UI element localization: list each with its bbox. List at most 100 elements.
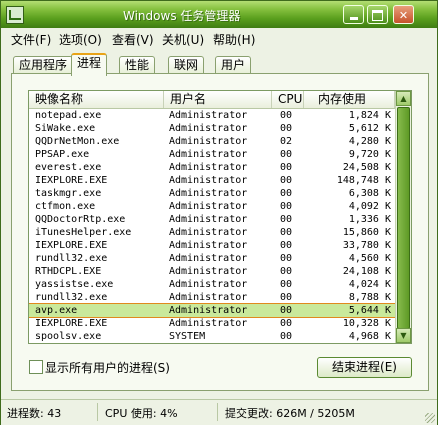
- table-row[interactable]: QQDoctorRtp.exe Administrator 00 1,336 K: [29, 213, 395, 226]
- process-user-cell: Administrator: [169, 279, 248, 290]
- process-memory-cell: 1,824 K: [348, 110, 391, 121]
- process-name-cell: ctfmon.exe: [35, 201, 96, 212]
- table-row[interactable]: RTHDCPL.EXE Administrator 00 24,108 K: [29, 265, 395, 278]
- process-cpu-cell: 00: [280, 201, 293, 212]
- maximize-icon: [372, 10, 383, 21]
- process-name-cell: QQDoctorRtp.exe: [35, 214, 126, 225]
- tab-processes[interactable]: 进程: [71, 53, 108, 76]
- vertical-scrollbar[interactable]: ▲ ▼: [395, 91, 411, 343]
- show-all-users-checkbox[interactable]: [29, 360, 43, 374]
- process-cpu-cell: 00: [280, 214, 293, 225]
- scroll-up-button[interactable]: ▲: [396, 91, 411, 106]
- table-row[interactable]: iTunesHelper.exe Administrator 00 15,860 K: [29, 226, 395, 239]
- status-cpu-usage: CPU 使用: 4%: [105, 407, 178, 420]
- process-name-cell: IEXPLORE.EXE: [35, 175, 108, 186]
- table-row[interactable]: SiWake.exe Administrator 00 5,612 K: [29, 122, 395, 135]
- process-memory-cell: 4,560 K: [348, 253, 391, 264]
- table-row[interactable]: IEXPLORE.EXE Administrator 00 10,328 K: [29, 317, 395, 330]
- menu-options[interactable]: 选项(O): [59, 31, 102, 48]
- tab-applications[interactable]: 应用程序: [13, 56, 74, 74]
- menu-help[interactable]: 帮助(H): [213, 31, 255, 48]
- process-name-cell: spoolsv.exe: [35, 331, 102, 342]
- show-all-users-label[interactable]: 显示所有用户的进程(S): [45, 359, 170, 376]
- table-row[interactable]: taskmgr.exe Administrator 00 6,308 K: [29, 187, 395, 200]
- table-row[interactable]: QQDrNetMon.exe Administrator 02 4,280 K: [29, 135, 395, 148]
- menu-bar: 文件(F) 选项(O) 查看(V) 关机(U) 帮助(H): [1, 28, 437, 48]
- column-memory[interactable]: 内存使用: [304, 91, 395, 108]
- table-row[interactable]: avp.exe Administrator 00 5,644 K: [29, 303, 396, 318]
- process-cpu-cell: 00: [280, 123, 293, 134]
- process-memory-cell: 24,508 K: [342, 162, 391, 173]
- table-row[interactable]: everest.exe Administrator 00 24,508 K: [29, 161, 395, 174]
- menu-view[interactable]: 查看(V): [112, 31, 154, 48]
- process-user-cell: Administrator: [169, 253, 248, 264]
- column-cpu[interactable]: CPU: [272, 91, 304, 108]
- process-user-cell: Administrator: [169, 227, 248, 238]
- process-name-cell: avp.exe: [35, 305, 78, 316]
- process-user-cell: Administrator: [169, 305, 248, 316]
- column-image-name[interactable]: 映像名称: [29, 91, 164, 108]
- process-user-cell: SYSTEM: [169, 343, 205, 344]
- scrollbar-thumb[interactable]: [397, 107, 410, 329]
- table-row[interactable]: rundll32.exe Administrator 00 8,788 K: [29, 291, 395, 304]
- process-memory-cell: 4,024 K: [348, 279, 391, 290]
- end-process-button[interactable]: 结束进程(E): [317, 357, 412, 378]
- process-user-cell: Administrator: [169, 201, 248, 212]
- process-cpu-cell: 00: [280, 253, 293, 264]
- table-row[interactable]: spoolsv.exe SYSTEM 00 4,968 K: [29, 330, 395, 343]
- table-row[interactable]: PPSAP.exe Administrator 00 9,720 K: [29, 148, 395, 161]
- status-process-count: 进程数: 43: [7, 407, 62, 420]
- process-name-cell: everest.exe: [35, 162, 102, 173]
- process-user-cell: Administrator: [169, 110, 248, 121]
- process-name-cell: IEXPLORE.EXE: [35, 318, 108, 329]
- process-memory-cell: 5,612 K: [348, 123, 391, 134]
- menu-file[interactable]: 文件(F): [11, 31, 51, 48]
- table-row[interactable]: IEXPLORE.EXE Administrator 00 33,780 K: [29, 239, 395, 252]
- table-row[interactable]: notepad.exe Administrator 00 1,824 K: [29, 109, 395, 122]
- process-cpu-cell: 00: [280, 110, 293, 121]
- process-cpu-cell: 00: [280, 318, 293, 329]
- process-name-cell: rundll32.exe: [35, 292, 108, 303]
- resize-grip-icon[interactable]: [425, 413, 435, 423]
- arrow-down-icon: ▼: [400, 331, 407, 340]
- scroll-down-button[interactable]: ▼: [396, 328, 411, 343]
- process-name-cell: yassistse.exe: [35, 279, 114, 290]
- table-row[interactable]: yassistse.exe Administrator 00 4,024 K: [29, 278, 395, 291]
- table-row[interactable]: IEXPLORE.EXE Administrator 00 148,748 K: [29, 174, 395, 187]
- arrow-up-icon: ▲: [400, 94, 407, 103]
- process-memory-cell: 33,780 K: [342, 240, 391, 251]
- status-commit-charge: 提交更改: 626M / 5205M: [225, 407, 355, 420]
- process-name-cell: RTHDCPL.EXE: [35, 266, 102, 277]
- process-name-cell: QQDrNetMon.exe: [35, 136, 120, 147]
- process-name-cell: notepad.exe: [35, 110, 102, 121]
- tab-networking[interactable]: 联网: [168, 56, 205, 74]
- process-name-cell: SiWake.exe: [35, 123, 96, 134]
- tab-performance[interactable]: 性能: [119, 56, 156, 74]
- minimize-icon: [349, 17, 358, 20]
- title-bar[interactable]: Windows 任务管理器 ✕: [1, 1, 437, 28]
- process-user-cell: Administrator: [169, 123, 248, 134]
- table-row[interactable]: SYSTEM: [29, 343, 395, 344]
- process-cpu-cell: 00: [280, 240, 293, 251]
- close-icon: ✕: [398, 9, 409, 22]
- process-memory-cell: 5,644 K: [348, 305, 391, 316]
- process-user-cell: Administrator: [169, 214, 248, 225]
- tab-users[interactable]: 用户: [215, 56, 252, 74]
- process-memory-cell: 24,108 K: [342, 266, 391, 277]
- status-separator: [97, 403, 98, 421]
- table-row[interactable]: rundll32.exe Administrator 00 4,560 K: [29, 252, 395, 265]
- close-button[interactable]: ✕: [393, 5, 414, 24]
- process-memory-cell: 15,860 K: [342, 227, 391, 238]
- process-cpu-cell: 02: [280, 136, 293, 147]
- column-user-name[interactable]: 用户名: [164, 91, 272, 108]
- table-row[interactable]: ctfmon.exe Administrator 00 4,092 K: [29, 200, 395, 213]
- process-name-cell: taskmgr.exe: [35, 188, 102, 199]
- maximize-button[interactable]: [367, 5, 388, 24]
- process-user-cell: Administrator: [169, 318, 248, 329]
- process-list[interactable]: 映像名称 用户名 CPU 内存使用 notepad.exe Administrat…: [28, 90, 412, 344]
- process-name-cell: IEXPLORE.EXE: [35, 240, 108, 251]
- process-memory-cell: 148,748 K: [336, 175, 391, 186]
- menu-shutdown[interactable]: 关机(U): [162, 31, 204, 48]
- process-cpu-cell: 00: [280, 279, 293, 290]
- minimize-button[interactable]: [343, 5, 364, 24]
